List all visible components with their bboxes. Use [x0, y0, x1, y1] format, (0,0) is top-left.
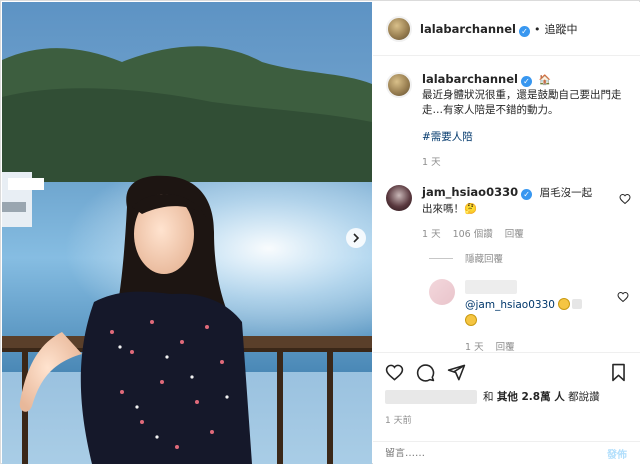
hide-replies-label: 隱藏回覆 — [465, 254, 504, 265]
emoji-thinking-icon — [465, 314, 477, 326]
hashtag-link[interactable]: #需要人陪 — [422, 130, 630, 145]
post-caption: lalabarchannel ✓ 🏠 最近身體狀況很重，還是鼓勵自己要出門走走…有… — [386, 72, 631, 170]
chevron-right-icon — [353, 233, 360, 243]
post-comment-button[interactable]: 發佈 — [607, 446, 627, 461]
caption-time: 1 天 — [422, 157, 441, 168]
comment-time: 1 天 — [422, 229, 441, 240]
redacted-text — [571, 299, 582, 309]
mention-link[interactable]: @jam_hsiao0330 — [465, 299, 555, 311]
comment-input[interactable] — [385, 448, 565, 459]
share-send-icon[interactable] — [447, 363, 466, 382]
commenter-avatar[interactable] — [386, 185, 412, 211]
likes-prefix: 和 — [483, 391, 494, 403]
author-avatar[interactable] — [386, 15, 412, 42]
post-actions: 和 其他 2.8萬 人 都說讚 1 天前 發佈 — [373, 352, 640, 464]
photo-illustration — [2, 2, 372, 464]
house-emoji: 🏠 — [538, 75, 551, 86]
hide-replies-button[interactable]: 隱藏回覆 — [429, 251, 503, 265]
post-header: lalabarchannel ✓ • 追蹤中 — [373, 2, 640, 56]
reply-item: @jam_hsiao0330 1 天 回覆 — [429, 279, 629, 353]
comment-item: jam_hsiao0330 ✓ 眉毛沒一起出來嗎！🤔 1 天 106 個讚 回覆 — [386, 185, 631, 242]
comment-bubble-icon[interactable] — [416, 363, 435, 382]
redacted-likers — [385, 389, 477, 404]
reply-reply-button[interactable]: 回覆 — [496, 339, 515, 353]
like-heart-icon[interactable] — [385, 363, 404, 382]
author-username[interactable]: lalabarchannel — [420, 22, 516, 36]
comment-box: 發佈 — [373, 441, 640, 464]
caption-avatar[interactable] — [386, 72, 412, 98]
commenter-username[interactable]: jam_hsiao0330 — [422, 185, 518, 199]
save-bookmark-icon[interactable] — [610, 363, 627, 382]
divider-line — [429, 257, 453, 259]
following-button[interactable]: 追蹤中 — [544, 23, 577, 36]
separator-dot: • — [533, 22, 541, 36]
post-photo[interactable] — [2, 2, 372, 464]
post-frame: lalabarchannel ✓ • 追蹤中 lalabarchannel ✓ 🏠 最近… — [0, 0, 640, 464]
like-comment-heart-icon[interactable] — [619, 193, 631, 205]
likes-summary[interactable]: 和 其他 2.8萬 人 都說讚 — [385, 389, 600, 404]
verified-badge-icon: ✓ — [520, 76, 532, 87]
like-reply-heart-icon[interactable] — [617, 291, 629, 303]
action-icons — [385, 363, 466, 382]
post-timestamp: 1 天前 — [385, 416, 412, 426]
caption-username[interactable]: lalabarchannel — [422, 72, 518, 86]
caption-text: 最近身體狀況很重，還是鼓勵自己要出門走走…有家人陪是不錯的動力。 — [422, 89, 622, 116]
likes-others[interactable]: 其他 2.8萬 人 — [497, 389, 565, 404]
comment-reply-button[interactable]: 回覆 — [505, 227, 524, 242]
emoji-face-icon — [557, 298, 570, 310]
redacted-avatar — [429, 279, 455, 305]
next-photo-button[interactable] — [346, 228, 366, 248]
post-side-panel: lalabarchannel ✓ • 追蹤中 lalabarchannel ✓ 🏠 最近… — [373, 2, 640, 464]
likes-suffix: 都說讚 — [568, 391, 600, 403]
comment-likes-count[interactable]: 106 個讚 — [453, 227, 493, 242]
verified-badge-icon: ✓ — [518, 25, 530, 37]
redacted-username — [465, 280, 517, 294]
reply-time: 1 天 — [465, 342, 484, 353]
verified-badge-icon: ✓ — [521, 189, 533, 200]
